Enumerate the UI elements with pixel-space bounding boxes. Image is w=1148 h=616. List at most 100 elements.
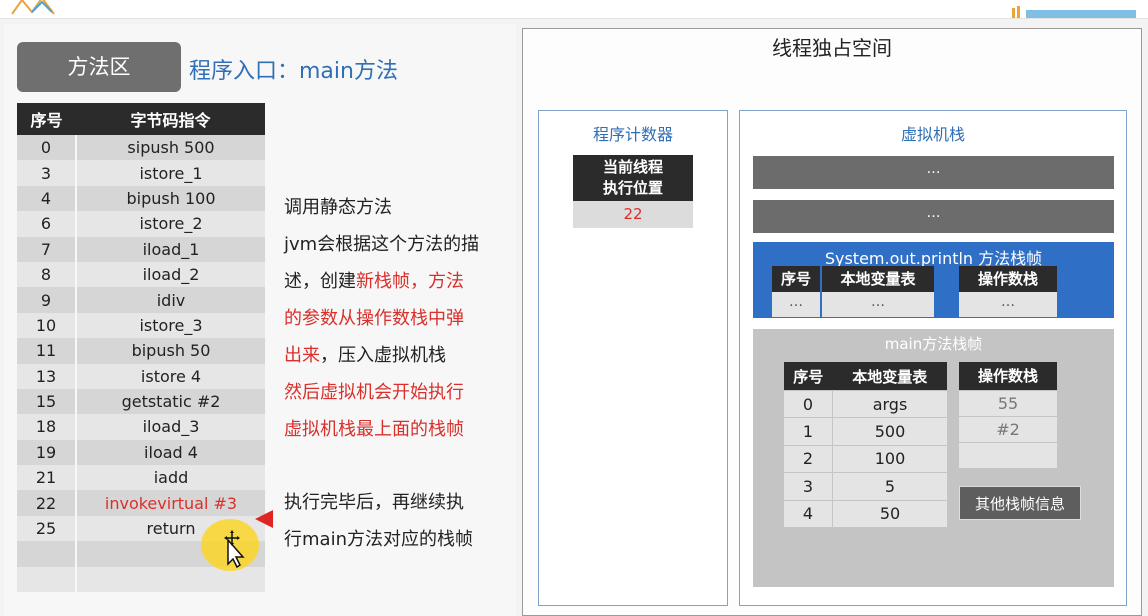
method-area-title: 方法区 bbox=[17, 42, 181, 92]
instruction-text bbox=[76, 566, 265, 593]
local-value: 5 bbox=[832, 472, 947, 501]
table-row: 21 iadd bbox=[17, 465, 265, 491]
locals-row: 4 50 bbox=[784, 499, 947, 527]
local-value: 50 bbox=[832, 499, 947, 527]
stack-frame-placeholder: … bbox=[753, 156, 1114, 189]
println-locals-header: 本地变量表 bbox=[822, 266, 934, 292]
instruction-index: 6 bbox=[17, 211, 77, 237]
other-frame-info: 其他栈帧信息 bbox=[959, 486, 1081, 520]
instruction-text: istore_3 bbox=[76, 312, 265, 339]
locals-value-header: 本地变量表 bbox=[832, 362, 947, 391]
println-locals-cell: … bbox=[772, 292, 820, 317]
instruction-text: sipush 500 bbox=[76, 135, 265, 161]
table-row: 22 invokevirtual #3 bbox=[17, 490, 265, 516]
instruction-index: 18 bbox=[17, 414, 77, 440]
vm-stack-title: 虚拟机栈 bbox=[900, 125, 965, 144]
brand-logo-icon bbox=[1012, 6, 1136, 18]
instruction-index: 13 bbox=[17, 363, 77, 389]
table-row: 6 istore_2 bbox=[17, 211, 265, 237]
column-header-instruction: 字节码指令 bbox=[76, 103, 265, 135]
table-row: 19 iload 4 bbox=[17, 439, 265, 466]
table-row: 9 idiv bbox=[17, 287, 265, 313]
after-execution-text: 执行完毕后，再继续执 行main方法对应的栈帧 bbox=[284, 484, 512, 558]
locals-row: 1 500 bbox=[784, 417, 947, 446]
instruction-text: iload 4 bbox=[76, 439, 265, 466]
column-header-index: 序号 bbox=[17, 103, 76, 135]
explanation-line: 述，创建新栈帧，方法 bbox=[284, 263, 512, 300]
entry-subtitle: 程序入口：main方法 bbox=[189, 59, 398, 84]
explanation-highlight: 出来 bbox=[284, 345, 320, 366]
println-locals-index-header: 序号 bbox=[772, 266, 820, 292]
main-locals-table: 序号 本地变量表 0 args 1 500 2 100 3 5 4 50 bbox=[784, 362, 947, 527]
println-operand-cell: … bbox=[959, 292, 1057, 317]
instruction-index: 25 bbox=[17, 515, 77, 542]
instruction-index: 21 bbox=[17, 465, 77, 491]
instruction-index: 0 bbox=[17, 135, 77, 161]
instruction-index: 22 bbox=[17, 490, 77, 516]
pc-header-line: 当前线程 bbox=[602, 158, 663, 176]
explanation-highlight: 虚拟机栈最上面的栈帧 bbox=[284, 419, 464, 440]
table-row: 18 iload_3 bbox=[17, 414, 265, 440]
instruction-index: 8 bbox=[17, 261, 77, 288]
operand-stack-cell: 55 bbox=[959, 391, 1057, 416]
explanation-line: 行main方法对应的栈帧 bbox=[284, 529, 473, 550]
instruction-text: idiv bbox=[76, 287, 265, 313]
locals-row: 0 args bbox=[784, 389, 947, 418]
explanation-text: 调用静态方法 jvm会根据这个方法的描 述，创建新栈帧，方法 的参数从操作数栈中… bbox=[284, 189, 512, 448]
locals-index-header: 序号 bbox=[784, 362, 833, 391]
local-slot: 2 bbox=[784, 444, 833, 473]
explanation-highlight: 然后虚拟机会开始执行 bbox=[284, 382, 464, 403]
instruction-text: bipush 50 bbox=[76, 338, 265, 364]
move-cursor-icon bbox=[224, 530, 245, 568]
instruction-text: bipush 100 bbox=[76, 185, 265, 212]
instruction-index: 4 bbox=[17, 185, 77, 212]
table-row: 4 bipush 100 bbox=[17, 185, 265, 212]
instruction-text: istore_1 bbox=[76, 160, 265, 186]
instruction-index: 19 bbox=[17, 439, 77, 466]
println-locals-cell: … bbox=[822, 292, 934, 317]
local-slot: 1 bbox=[784, 417, 833, 446]
top-banner bbox=[0, 0, 1148, 19]
local-slot: 0 bbox=[784, 389, 833, 418]
local-value: args bbox=[832, 389, 947, 418]
explanation-line: 出来，压入虚拟机栈 bbox=[284, 337, 512, 374]
instruction-text: istore 4 bbox=[76, 363, 265, 389]
explanation-highlight: 的参数从操作数栈中弹 bbox=[284, 308, 464, 329]
logo-icon bbox=[11, 0, 55, 15]
thread-private-title: 线程独占空间 bbox=[772, 36, 892, 60]
local-slot: 4 bbox=[784, 499, 833, 527]
instruction-text: iadd bbox=[76, 465, 265, 491]
local-value: 500 bbox=[832, 417, 947, 446]
explanation-fragment: ，压入虚拟机栈 bbox=[320, 345, 446, 366]
println-operand-header: 操作数栈 bbox=[959, 266, 1057, 292]
explanation-line: jvm会根据这个方法的描 bbox=[284, 234, 480, 255]
explanation-highlight: 新栈帧，方法 bbox=[356, 271, 464, 292]
explanation-fragment: 述，创建 bbox=[284, 271, 356, 292]
current-instruction-arrow bbox=[255, 510, 273, 528]
instruction-index: 7 bbox=[17, 236, 77, 262]
instruction-text: invokevirtual #3 bbox=[76, 490, 265, 516]
locals-header-row: 序号 本地变量表 bbox=[784, 362, 947, 391]
instruction-text: iload_2 bbox=[76, 261, 265, 288]
local-slot: 3 bbox=[784, 472, 833, 501]
operand-stack-cell bbox=[959, 443, 1057, 468]
locals-row: 35 bbox=[784, 472, 947, 501]
program-counter-title: 程序计数器 bbox=[592, 125, 673, 144]
operand-stack-cell: #2 bbox=[959, 417, 1057, 442]
explanation-line: 调用静态方法 bbox=[284, 197, 392, 218]
stack-frame-placeholder: … bbox=[753, 200, 1114, 233]
instruction-index: 11 bbox=[17, 338, 77, 364]
instruction-index: 15 bbox=[17, 388, 77, 415]
instruction-index: 3 bbox=[17, 160, 77, 186]
instruction-text: iload_1 bbox=[76, 236, 265, 262]
instruction-text: istore_2 bbox=[76, 211, 265, 237]
instruction-index bbox=[17, 541, 77, 567]
table-row: 0 sipush 500 bbox=[17, 135, 265, 161]
instruction-index bbox=[17, 566, 77, 593]
table-row: 8 iload_2 bbox=[17, 261, 265, 288]
table-row: 15 getstatic #2 bbox=[17, 388, 265, 415]
table-row: 13 istore 4 bbox=[17, 363, 265, 389]
instruction-text: iload_3 bbox=[76, 414, 265, 440]
table-header-row: 序号 字节码指令 bbox=[17, 103, 265, 135]
instruction-index: 9 bbox=[17, 287, 77, 313]
